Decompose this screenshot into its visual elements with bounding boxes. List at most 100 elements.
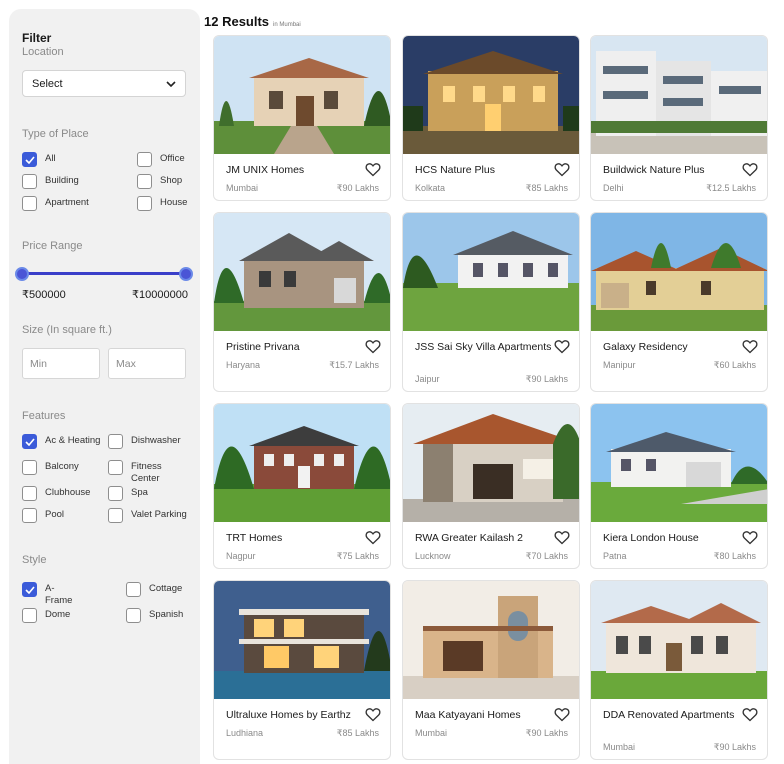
property-name: Ultraluxe Homes by Earthz — [226, 709, 351, 721]
price-range-track[interactable] — [21, 272, 187, 275]
property-card[interactable]: JSS Sai Sky Villa Apartments Jaipur ₹90 … — [402, 212, 580, 392]
property-location: Haryana — [226, 360, 261, 370]
property-location: Mumbai — [415, 728, 448, 738]
heart-icon[interactable] — [554, 339, 570, 354]
property-card[interactable]: RWA Greater Kailash 2 Lucknow ₹70 Lakhs — [402, 403, 580, 569]
property-name: Galaxy Residency — [603, 341, 688, 353]
heart-icon[interactable] — [742, 339, 758, 354]
property-card[interactable]: JM UNIX Homes Mumbai ₹90 Lakhs — [213, 35, 391, 201]
property-price: ₹60 Lakhs — [713, 360, 756, 370]
size-min-input[interactable]: Min — [22, 348, 100, 379]
style-checkbox-a-frame[interactable]: A-Frame — [22, 582, 75, 607]
property-card[interactable]: Ultraluxe Homes by Earthz Ludhiana ₹85 L… — [213, 580, 391, 760]
type-checkbox-building[interactable]: Building — [22, 174, 79, 189]
heart-icon[interactable] — [365, 162, 381, 177]
checkbox-label: Valet Parking — [131, 509, 187, 520]
checkbox[interactable] — [108, 460, 123, 475]
property-card[interactable]: Kiera London House Patna ₹80 Lakhs — [590, 403, 768, 569]
price-range-label: Price Range — [22, 240, 83, 252]
property-card[interactable]: DDA Renovated Apartments Mumbai ₹90 Lakh… — [590, 580, 768, 760]
checkbox[interactable] — [137, 152, 152, 167]
feature-checkbox-spa[interactable]: Spa — [108, 486, 148, 501]
checkbox[interactable] — [126, 608, 141, 623]
heart-icon[interactable] — [742, 162, 758, 177]
heart-icon[interactable] — [554, 162, 570, 177]
property-photo — [591, 213, 767, 331]
property-price: ₹90 Lakhs — [336, 183, 379, 193]
heart-icon[interactable] — [742, 530, 758, 545]
checkbox[interactable] — [137, 196, 152, 211]
checkbox[interactable] — [22, 608, 37, 623]
filter-title: Filter — [22, 31, 52, 45]
property-name: Maa Katyayani Homes — [415, 709, 521, 721]
property-photo — [214, 213, 390, 331]
property-card[interactable]: TRT Homes Nagpur ₹75 Lakhs — [213, 403, 391, 569]
property-photo — [214, 36, 390, 154]
size-max-input[interactable]: Max — [108, 348, 186, 379]
property-location: Nagpur — [226, 551, 256, 561]
feature-checkbox-pool[interactable]: Pool — [22, 508, 64, 523]
chevron-down-icon — [166, 79, 176, 89]
property-card[interactable]: Maa Katyayani Homes Mumbai ₹90 Lakhs — [402, 580, 580, 760]
property-photo — [214, 404, 390, 522]
checkbox-checked-icon[interactable] — [22, 434, 37, 449]
feature-checkbox-ac-heating[interactable]: Ac & Heating — [22, 434, 100, 449]
property-location: Patna — [603, 551, 627, 561]
checkbox-label: Ac & Heating — [45, 435, 101, 446]
checkbox[interactable] — [22, 460, 37, 475]
style-checkbox-spanish[interactable]: Spanish — [126, 608, 183, 623]
checkbox-label: Cottage — [149, 583, 183, 594]
heart-icon[interactable] — [365, 707, 381, 722]
heart-icon[interactable] — [554, 707, 570, 722]
heart-icon[interactable] — [365, 530, 381, 545]
results-count: 12 Results — [204, 14, 270, 29]
property-photo — [591, 581, 767, 699]
property-photo — [403, 213, 579, 331]
heart-icon[interactable] — [554, 530, 570, 545]
checkbox[interactable] — [108, 434, 123, 449]
feature-checkbox-fitness-center[interactable]: Fitness Center — [108, 460, 171, 485]
property-price: ₹90 Lakhs — [525, 374, 568, 384]
property-card[interactable]: Buildwick Nature Plus Delhi ₹12.5 Lakhs — [590, 35, 768, 201]
checkbox[interactable] — [22, 508, 37, 523]
checkbox[interactable] — [108, 486, 123, 501]
property-price: ₹12.5 Lakhs — [706, 183, 756, 193]
property-location: Ludhiana — [226, 728, 264, 738]
property-card[interactable]: Pristine Privana Haryana ₹15.7 Lakhs — [213, 212, 391, 392]
checkbox[interactable] — [108, 508, 123, 523]
checkbox-checked-icon[interactable] — [22, 152, 37, 167]
price-range-max-handle[interactable] — [179, 267, 193, 281]
type-checkbox-house[interactable]: House — [137, 196, 187, 211]
style-checkbox-dome[interactable]: Dome — [22, 608, 70, 623]
feature-checkbox-balcony[interactable]: Balcony — [22, 460, 79, 475]
checkbox-label: Spanish — [149, 609, 184, 620]
checkbox[interactable] — [22, 486, 37, 501]
feature-checkbox-valet-parking[interactable]: Valet Parking — [108, 508, 187, 523]
heart-icon[interactable] — [365, 339, 381, 354]
heart-icon[interactable] — [742, 707, 758, 722]
checkbox-label: Building — [45, 175, 79, 186]
type-checkbox-office[interactable]: Office — [137, 152, 185, 167]
property-name: HCS Nature Plus — [415, 164, 495, 176]
checkbox[interactable] — [22, 174, 37, 189]
price-range-min-handle[interactable] — [15, 267, 29, 281]
feature-checkbox-dishwasher[interactable]: Dishwasher — [108, 434, 181, 449]
property-price: ₹90 Lakhs — [525, 728, 568, 738]
property-card[interactable]: HCS Nature Plus Kolkata ₹85 Lakhs — [402, 35, 580, 201]
checkbox-checked-icon[interactable] — [22, 582, 37, 597]
property-location: Jaipur — [415, 374, 440, 384]
location-select[interactable]: Select — [22, 70, 186, 97]
property-location: Kolkata — [415, 183, 446, 193]
type-checkbox-all[interactable]: All — [22, 152, 56, 167]
checkbox[interactable] — [126, 582, 141, 597]
type-checkbox-apartment[interactable]: Apartment — [22, 196, 89, 211]
feature-checkbox-clubhouse[interactable]: Clubhouse — [22, 486, 90, 501]
checkbox[interactable] — [137, 174, 152, 189]
checkbox[interactable] — [22, 196, 37, 211]
checkbox-label: Balcony — [45, 461, 79, 472]
style-checkbox-cottage[interactable]: Cottage — [126, 582, 182, 597]
checkbox-label: House — [160, 197, 188, 208]
property-name: JM UNIX Homes — [226, 164, 305, 176]
type-checkbox-shop[interactable]: Shop — [137, 174, 182, 189]
property-card[interactable]: Galaxy Residency Manipur ₹60 Lakhs — [590, 212, 768, 392]
